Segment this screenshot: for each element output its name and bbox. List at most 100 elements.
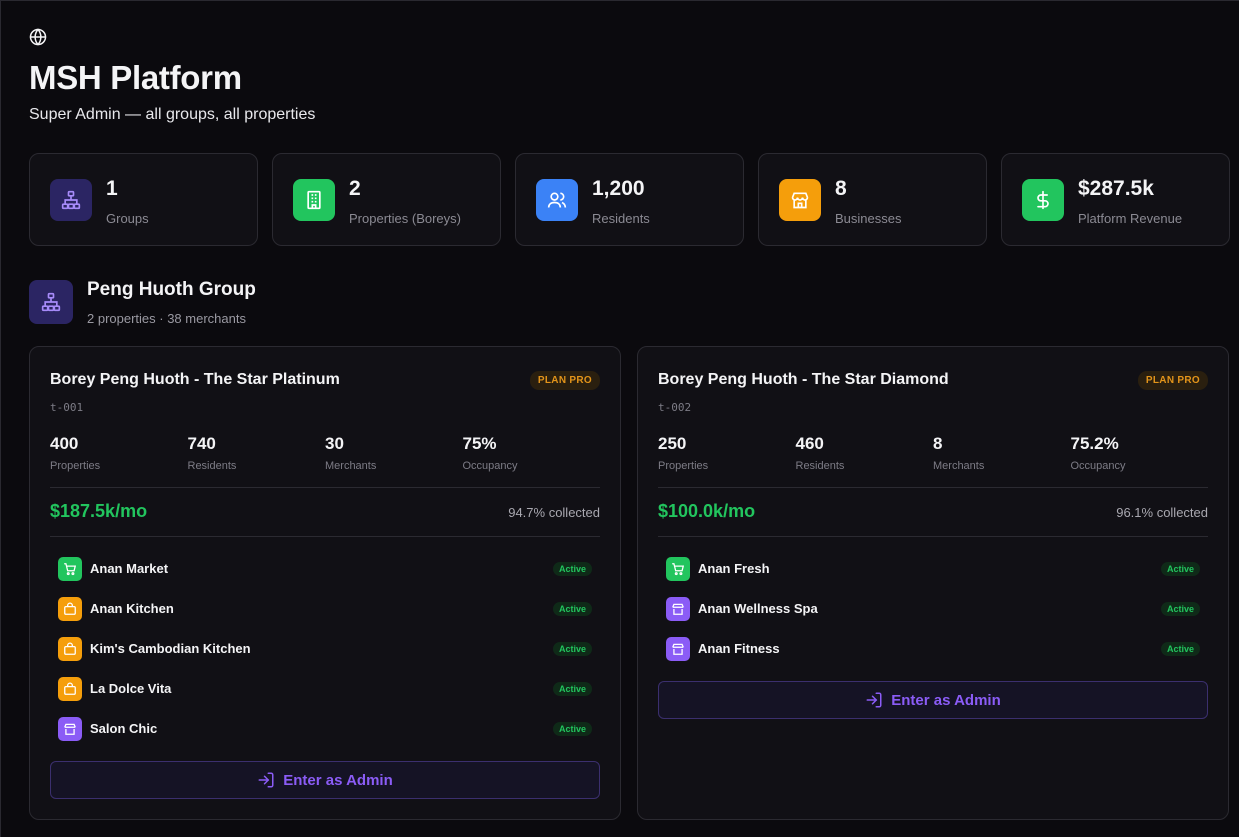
stats-row: 1 Groups 2 Properties (Boreys) 1,200 Res… — [29, 153, 1230, 246]
list-item[interactable]: Anan Wellness Spa Active — [666, 597, 1200, 637]
metric-label: Occupancy — [1070, 460, 1126, 472]
list-item[interactable]: Anan Fresh Active — [666, 557, 1200, 597]
store-icon — [779, 179, 821, 221]
metric-occupancy: 75% Occupancy — [463, 434, 601, 472]
merchant-name: Anan Wellness Spa — [698, 601, 818, 616]
status-badge: Active — [552, 682, 592, 696]
building-icon — [293, 179, 335, 221]
cart-icon — [58, 557, 82, 581]
list-item[interactable]: La Dolce Vita Active — [58, 677, 592, 717]
collected-rate: 94.7% collected — [508, 505, 600, 520]
divider — [658, 487, 1208, 488]
merchant-list: Anan Fresh Active Anan Wellness Spa Acti… — [666, 557, 1200, 677]
property-title: Borey Peng Huoth - The Star Diamond — [658, 371, 949, 388]
page-subtitle: Super Admin — all groups, all properties — [29, 106, 316, 123]
globe-icon — [29, 28, 47, 46]
bag-icon — [58, 597, 82, 621]
network-icon — [29, 280, 73, 324]
stat-label: Groups — [106, 211, 149, 226]
stat-value: 1 — [106, 177, 118, 200]
store-icon — [58, 717, 82, 741]
divider — [50, 536, 600, 537]
metric-properties: 250 Properties — [658, 434, 796, 472]
metric-value: 75.2% — [1070, 434, 1119, 453]
stat-label: Platform Revenue — [1078, 211, 1183, 226]
metric-occupancy: 75.2% Occupancy — [1071, 434, 1209, 472]
property-id: t-002 — [658, 401, 692, 414]
enter-as-admin-button[interactable]: Enter as Admin — [50, 761, 600, 799]
list-item[interactable]: Anan Fitness Active — [666, 637, 1200, 677]
stat-value: 2 — [349, 177, 361, 200]
metric-label: Merchants — [325, 460, 377, 472]
property-metrics: 250 Properties 460 Residents 8 Merchants 75… — [658, 434, 1208, 472]
cart-icon — [666, 557, 690, 581]
users-icon — [536, 179, 578, 221]
bag-icon — [58, 677, 82, 701]
status-badge: Active — [1160, 602, 1200, 616]
status-badge: Active — [552, 602, 592, 616]
merchant-name: Anan Kitchen — [90, 601, 174, 616]
metric-label: Occupancy — [462, 460, 518, 472]
merchant-name: Anan Fitness — [698, 641, 780, 656]
stat-card-groups: 1 Groups — [29, 153, 258, 246]
network-icon — [50, 179, 92, 221]
revenue-value: $100.0k/mo — [658, 501, 756, 521]
enter-as-admin-button[interactable]: Enter as Admin — [658, 681, 1208, 719]
metric-residents: 460 Residents — [796, 434, 934, 472]
login-icon — [258, 772, 274, 788]
bag-icon — [58, 637, 82, 661]
plan-badge: PLAN PRO — [529, 371, 600, 390]
store-icon — [666, 637, 690, 661]
page-title: MSH Platform — [29, 59, 242, 96]
status-badge: Active — [1160, 642, 1200, 656]
metric-label: Residents — [187, 460, 237, 472]
metric-label: Properties — [658, 460, 709, 472]
status-badge: Active — [552, 562, 592, 576]
stat-value: $287.5k — [1078, 177, 1154, 200]
stat-card-residents: 1,200 Residents — [515, 153, 744, 246]
group-meta: 2 properties · 38 merchants — [87, 311, 246, 326]
divider — [658, 536, 1208, 537]
login-icon — [866, 692, 882, 708]
metric-value: 400 — [50, 434, 79, 453]
property-id: t-001 — [50, 401, 84, 414]
list-item[interactable]: Salon Chic Active — [58, 717, 592, 757]
merchant-name: Salon Chic — [90, 721, 158, 736]
list-item[interactable]: Kim's Cambodian Kitchen Active — [58, 637, 592, 677]
list-item[interactable]: Anan Kitchen Active — [58, 597, 592, 637]
status-badge: Active — [1160, 562, 1200, 576]
metric-label: Merchants — [933, 460, 985, 472]
property-card: Borey Peng Huoth - The Star Diamond PLAN… — [637, 346, 1229, 820]
metric-value: 460 — [795, 434, 824, 453]
revenue-value: $187.5k/mo — [50, 501, 148, 521]
dollar-icon — [1022, 179, 1064, 221]
metric-value: 8 — [933, 434, 943, 453]
store-icon — [666, 597, 690, 621]
stat-label: Residents — [592, 211, 650, 226]
merchant-name: Kim's Cambodian Kitchen — [90, 641, 251, 656]
stat-value: 1,200 — [592, 177, 645, 200]
collected-rate: 96.1% collected — [1116, 505, 1208, 520]
stat-card-revenue: $287.5k Platform Revenue — [1001, 153, 1230, 246]
enter-as-admin-label: Enter as Admin — [283, 771, 393, 789]
group-name: Peng Huoth Group — [87, 279, 256, 300]
property-card: Borey Peng Huoth - The Star Platinum PLA… — [29, 346, 621, 820]
metric-properties: 400 Properties — [50, 434, 188, 472]
list-item[interactable]: Anan Market Active — [58, 557, 592, 597]
status-badge: Active — [552, 642, 592, 656]
stat-card-properties: 2 Properties (Boreys) — [272, 153, 501, 246]
merchant-name: La Dolce Vita — [90, 681, 172, 696]
metric-residents: 740 Residents — [188, 434, 326, 472]
divider — [50, 487, 600, 488]
stat-label: Businesses — [835, 211, 902, 226]
metric-value: 75% — [462, 434, 497, 453]
merchant-list: Anan Market Active Anan Kitchen Active K… — [58, 557, 592, 757]
property-metrics: 400 Properties 740 Residents 30 Merchants 7… — [50, 434, 600, 472]
metric-value: 740 — [187, 434, 216, 453]
status-badge: Active — [552, 722, 592, 736]
enter-as-admin-label: Enter as Admin — [891, 691, 1001, 709]
metric-merchants: 30 Merchants — [325, 434, 463, 472]
stat-label: Properties (Boreys) — [349, 211, 461, 226]
metric-merchants: 8 Merchants — [933, 434, 1071, 472]
metric-label: Residents — [795, 460, 845, 472]
